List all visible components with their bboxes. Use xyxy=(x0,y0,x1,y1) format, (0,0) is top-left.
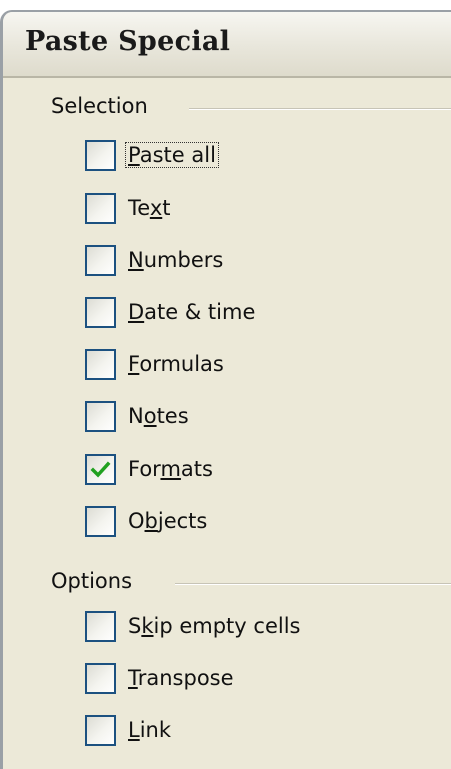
checkbox-box[interactable] xyxy=(85,453,116,485)
notes-checkbox[interactable]: Notes xyxy=(85,399,191,433)
formulas-checkbox[interactable]: Formulas xyxy=(85,347,226,381)
checkbox-label: Text xyxy=(128,196,171,220)
checkbox-label: Transpose xyxy=(128,666,234,690)
selection-group-label: Selection xyxy=(51,94,156,118)
checkbox-label: Notes xyxy=(128,404,189,428)
checkbox-label: Paste all xyxy=(125,142,219,168)
checkbox-box[interactable] xyxy=(85,348,116,380)
checkmark-icon xyxy=(90,461,111,478)
checkbox-label: Objects xyxy=(128,509,208,533)
date-time-checkbox[interactable]: Date & time xyxy=(85,295,257,329)
checkbox-box[interactable] xyxy=(85,610,116,642)
checkbox-label: Numbers xyxy=(128,248,224,272)
checkbox-box[interactable] xyxy=(85,505,116,537)
checkbox-box[interactable] xyxy=(85,662,116,694)
checkbox-label: Formats xyxy=(128,457,213,481)
text-checkbox[interactable]: Text xyxy=(85,191,172,225)
paste-all-checkbox[interactable]: Paste all xyxy=(85,138,219,172)
checkbox-box[interactable] xyxy=(85,296,116,328)
checkbox-box[interactable] xyxy=(85,244,116,276)
paste-special-dialog: Paste Special Selection Paste all Text N… xyxy=(0,10,451,769)
options-group-divider xyxy=(175,583,451,585)
options-group-label: Options xyxy=(51,569,141,593)
checkbox-label: Skip empty cells xyxy=(128,614,301,638)
checkbox-box[interactable] xyxy=(85,192,116,224)
transpose-checkbox[interactable]: Transpose xyxy=(85,661,236,695)
checkbox-box[interactable] xyxy=(85,400,116,432)
checkbox-label: Formulas xyxy=(128,352,224,376)
checkbox-box[interactable] xyxy=(85,139,116,171)
formats-checkbox[interactable]: Formats xyxy=(85,452,215,486)
objects-checkbox[interactable]: Objects xyxy=(85,504,209,538)
checkbox-label: Date & time xyxy=(128,300,256,324)
numbers-checkbox[interactable]: Numbers xyxy=(85,243,225,277)
dialog-title: Paste Special xyxy=(25,26,231,57)
link-checkbox[interactable]: Link xyxy=(85,713,173,747)
title-bar[interactable]: Paste Special xyxy=(3,12,451,78)
checkbox-label: Link xyxy=(128,718,172,742)
selection-group-divider xyxy=(189,108,451,110)
skip-empty-cells-checkbox[interactable]: Skip empty cells xyxy=(85,609,302,643)
checkbox-box[interactable] xyxy=(85,714,116,746)
